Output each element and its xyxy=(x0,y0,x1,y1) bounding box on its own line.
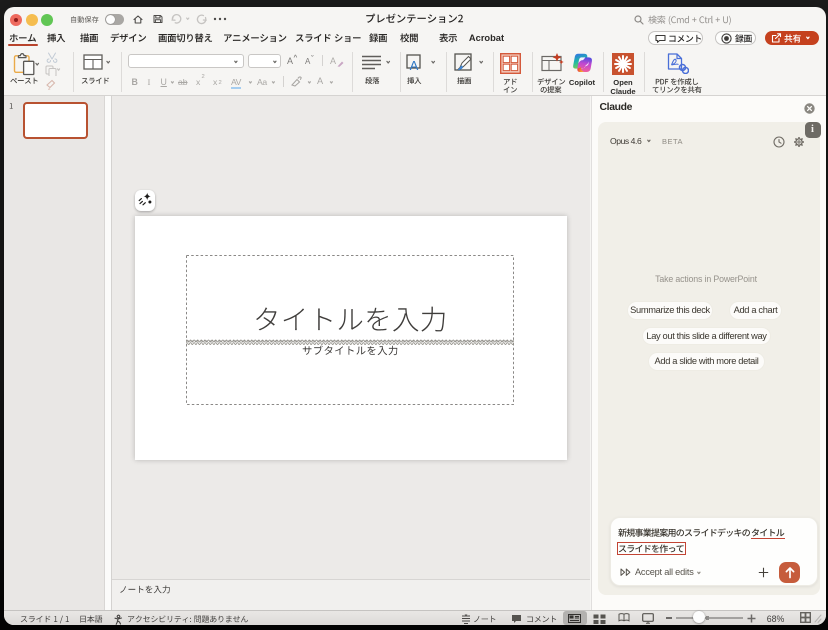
svg-text:A: A xyxy=(410,58,419,72)
